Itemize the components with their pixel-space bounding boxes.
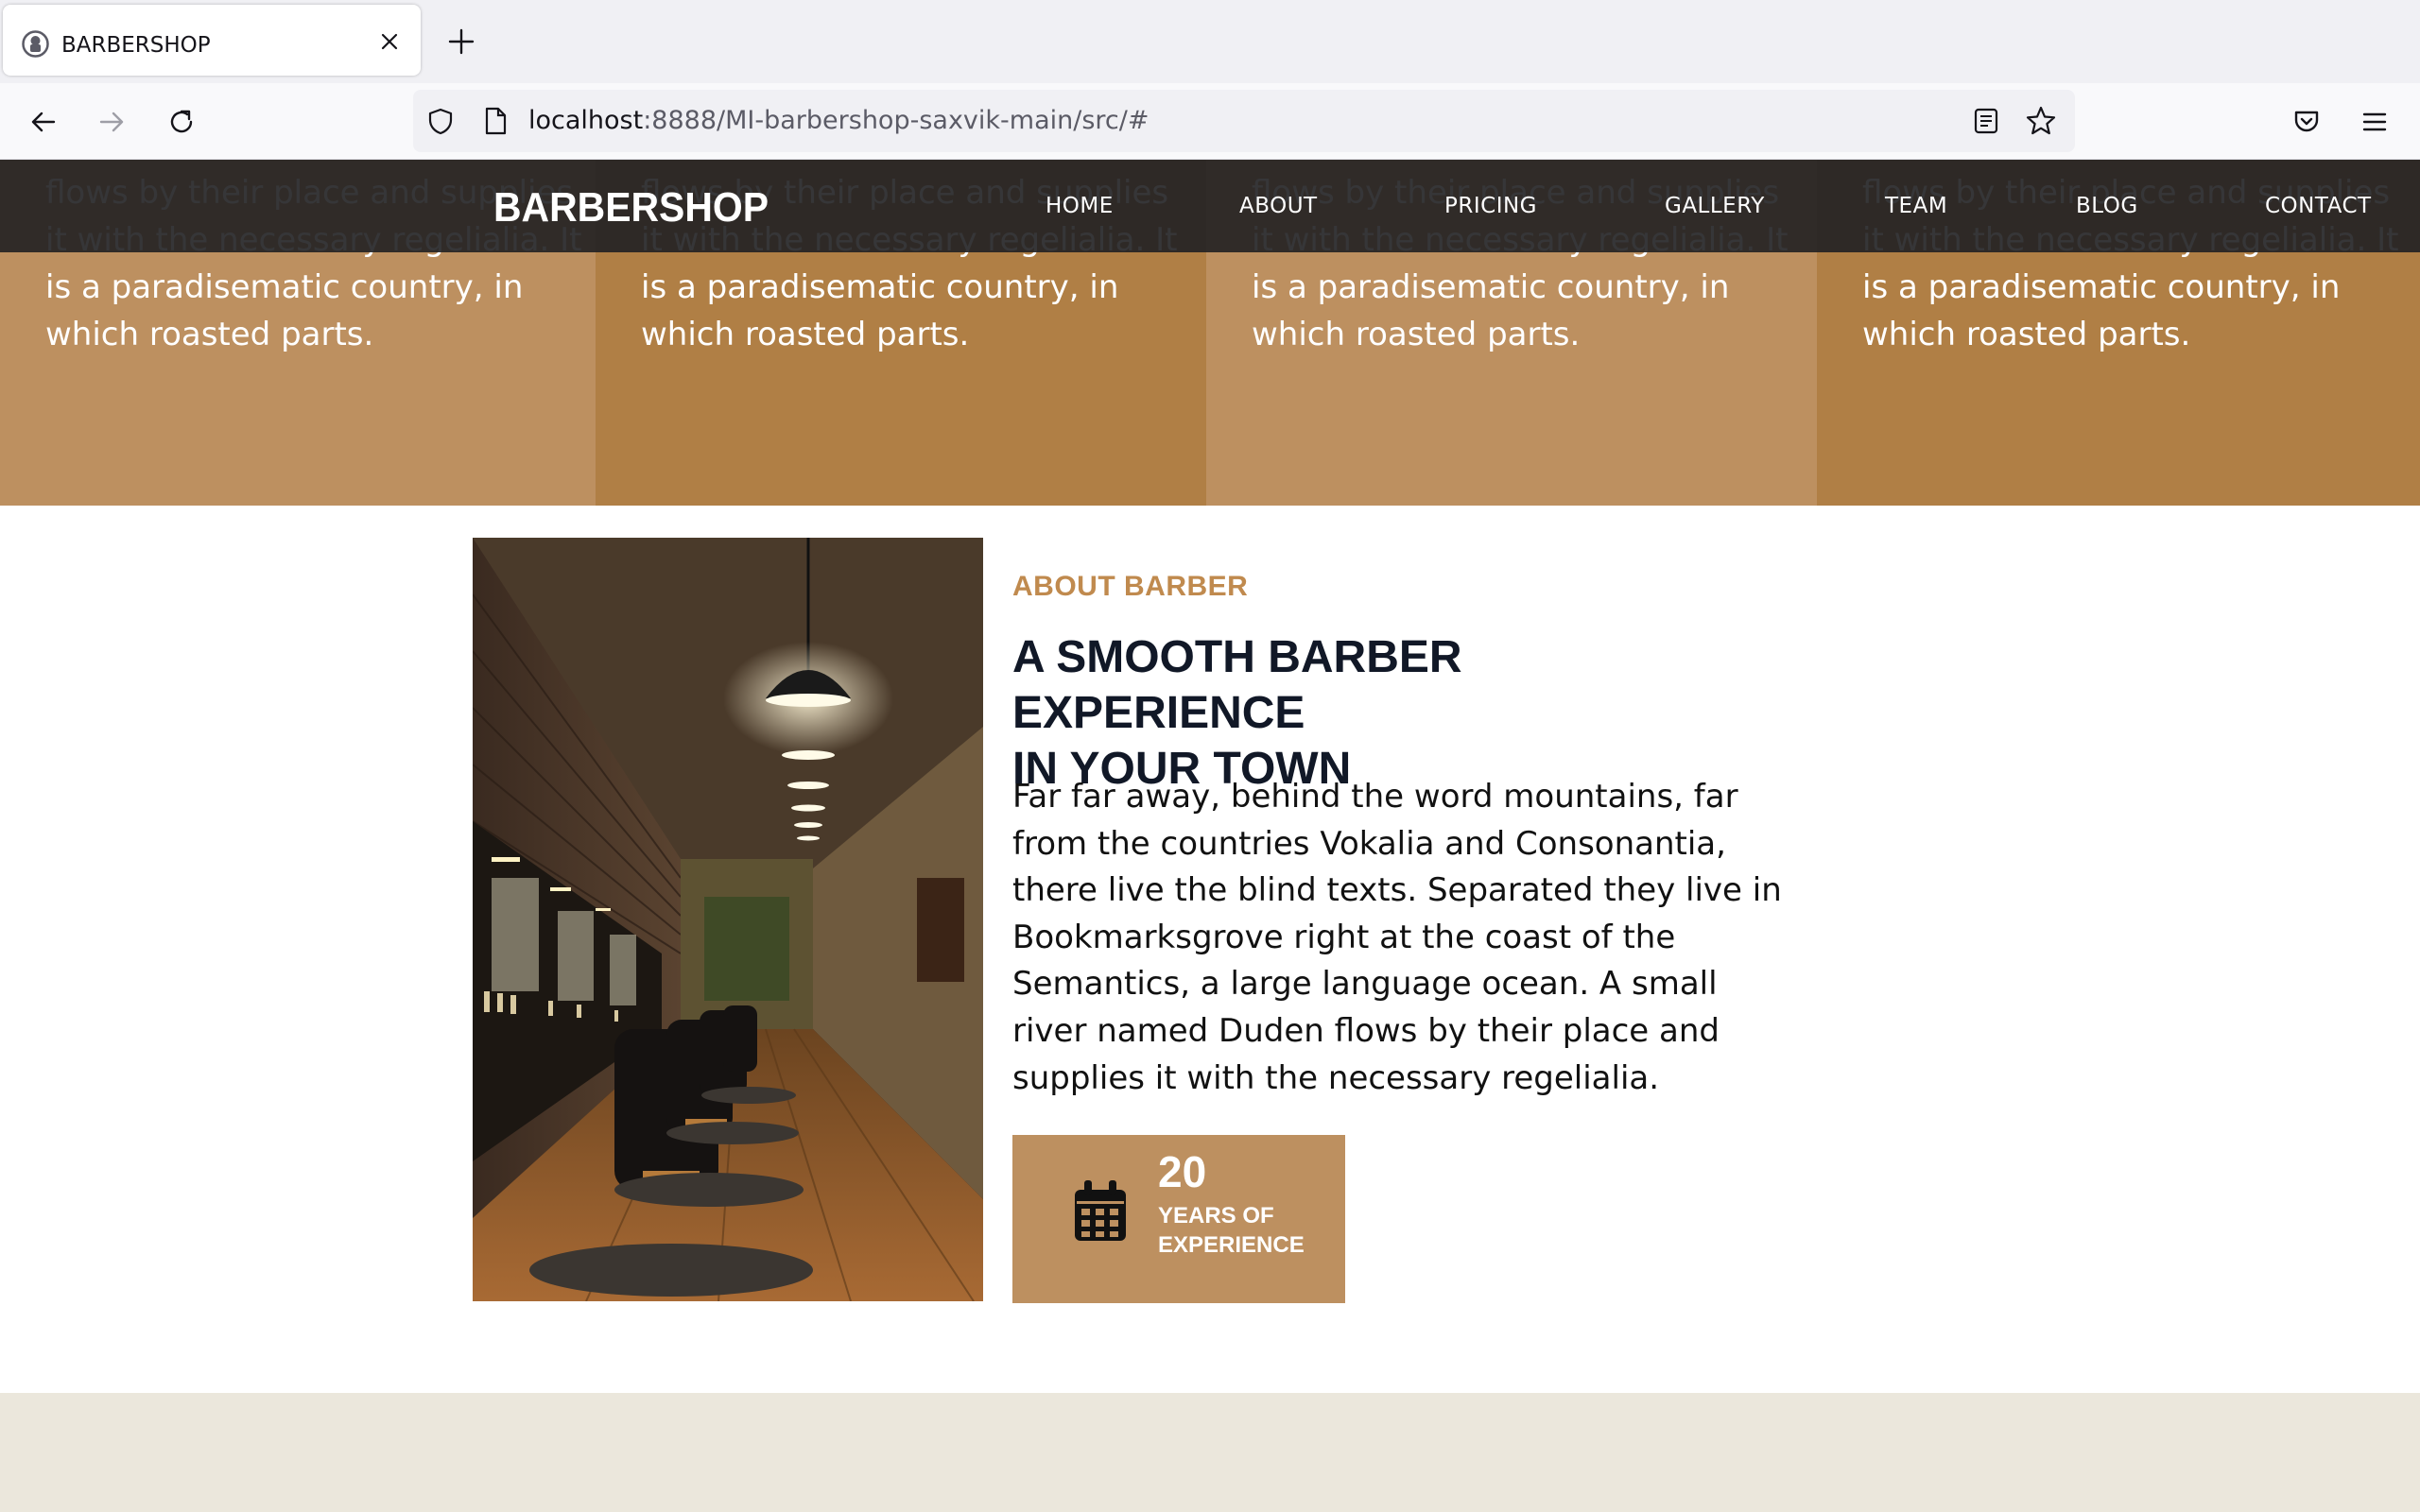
about-title-line1: A SMOOTH BARBER EXPERIENCE (1012, 632, 1462, 738)
next-section-background (0, 1393, 2420, 1512)
browser-tabstrip: BARBERSHOP (0, 0, 2420, 83)
reader-view-icon[interactable] (1973, 107, 1999, 135)
experience-label: YEARS OF EXPERIENCE (1158, 1203, 1305, 1258)
nav-blog[interactable]: BLOG (2076, 194, 2138, 218)
shield-icon[interactable] (426, 107, 455, 135)
calendar-icon (1075, 1180, 1126, 1241)
nav-team[interactable]: TEAM (1885, 194, 1947, 218)
experience-badge: 20 YEARS OF EXPERIENCE (1012, 1135, 1345, 1303)
browser-toolbar: localhost:8888/MI-barbershop-saxvik-main… (0, 83, 2420, 160)
pocket-icon[interactable] (2291, 107, 2322, 137)
site-header: BARBERSHOP HOME ABOUT PRICING GALLERY TE… (0, 160, 2420, 252)
url-bar[interactable]: localhost:8888/MI-barbershop-saxvik-main… (413, 90, 2075, 152)
experience-number: 20 (1158, 1147, 1207, 1196)
nav-pricing[interactable]: PRICING (1444, 194, 1537, 218)
close-icon[interactable] (377, 29, 402, 54)
reload-icon[interactable] (166, 107, 197, 137)
about-title: A SMOOTH BARBER EXPERIENCE IN YOUR TOWN (1012, 629, 1693, 797)
site-logo[interactable]: BARBERSHOP (493, 184, 769, 232)
bookmark-star-icon[interactable] (2025, 105, 2057, 137)
nav-home[interactable]: HOME (1046, 194, 1114, 218)
hamburger-menu-icon[interactable] (2360, 107, 2390, 137)
forward-arrow-icon[interactable] (96, 107, 127, 137)
page-icon (485, 107, 507, 135)
back-arrow-icon[interactable] (28, 107, 59, 137)
url-text[interactable]: localhost:8888/MI-barbershop-saxvik-main… (528, 106, 1149, 135)
about-body: Far far away, behind the word mountains,… (1012, 778, 1782, 1097)
new-tab-icon[interactable] (446, 26, 476, 57)
barbershop-photo (473, 538, 983, 1301)
page-viewport: flows by their place and supplies it wit… (0, 160, 2420, 1512)
nav-about[interactable]: ABOUT (1239, 194, 1318, 218)
about-eyebrow: ABOUT BARBER (1012, 571, 1249, 602)
nav-contact[interactable]: CONTACT (2265, 194, 2372, 218)
tab-title: BARBERSHOP (61, 33, 211, 58)
nav-gallery[interactable]: GALLERY (1665, 194, 1765, 218)
favicon-icon (22, 30, 49, 58)
barbershop-interior-image (473, 538, 983, 1301)
browser-tab[interactable]: BARBERSHOP (3, 5, 421, 76)
